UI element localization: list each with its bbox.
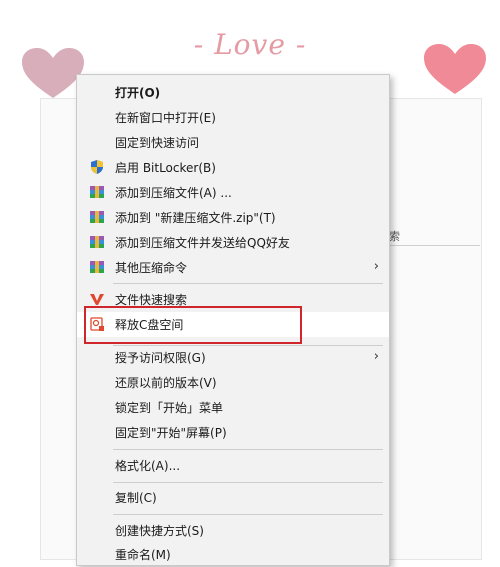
chevron-right-icon: ›	[373, 259, 379, 274]
menu-item-label: 锁定到「开始」菜单	[115, 401, 224, 415]
search-tool-icon	[90, 294, 104, 305]
shield-icon	[91, 160, 103, 174]
menu-item-grant-access[interactable]: 授予访问权限(G) ›	[77, 345, 389, 370]
menu-item-copy[interactable]: 复制(C)	[77, 485, 389, 510]
menu-item-open[interactable]: 打开(O)	[77, 80, 389, 105]
menu-separator	[113, 283, 383, 284]
menu-item-create-shortcut[interactable]: 创建快捷方式(S)	[77, 518, 389, 543]
heart-right-decoration	[424, 44, 486, 94]
menu-item-label: 添加到 "新建压缩文件.zip"(T)	[115, 211, 276, 225]
menu-item-format[interactable]: 格式化(A)...	[77, 453, 389, 478]
menu-item-add-to-archive[interactable]: 添加到压缩文件(A) ...	[77, 180, 389, 205]
background-fragment-text: 索	[389, 230, 400, 243]
menu-separator	[113, 449, 383, 450]
menu-item-label: 添加到压缩文件(A) ...	[115, 186, 232, 200]
menu-item-archive-send-qq[interactable]: 添加到压缩文件并发送给QQ好友	[77, 230, 389, 255]
menu-item-restore-versions[interactable]: 还原以前的版本(V)	[77, 370, 389, 395]
menu-item-label: 重命名(M)	[115, 548, 171, 562]
menu-item-label: 创建快捷方式(S)	[115, 524, 204, 538]
menu-separator	[113, 514, 383, 515]
menu-item-label: 固定到快速访问	[115, 136, 200, 150]
menu-item-label: 固定到"开始"屏幕(P)	[115, 426, 227, 440]
menu-item-pin-quick-access[interactable]: 固定到快速访问	[77, 130, 389, 155]
heart-left-decoration	[22, 48, 84, 98]
menu-item-open-new-window[interactable]: 在新窗口中打开(E)	[77, 105, 389, 130]
menu-item-label: 授予访问权限(G)	[115, 351, 206, 365]
menu-separator	[113, 482, 383, 483]
menu-item-label: 其他压缩命令	[115, 261, 188, 275]
menu-item-label: 复制(C)	[115, 491, 157, 505]
archive-icon	[90, 186, 104, 198]
archive-icon	[90, 236, 104, 248]
background-divider	[388, 245, 480, 246]
menu-item-label: 启用 BitLocker(B)	[115, 161, 216, 175]
menu-item-label: 添加到压缩文件并发送给QQ好友	[115, 236, 290, 250]
archive-icon	[90, 211, 104, 223]
menu-item-label: 还原以前的版本(V)	[115, 376, 217, 390]
menu-item-label: 在新窗口中打开(E)	[115, 111, 216, 125]
menu-item-pin-start-menu[interactable]: 锁定到「开始」菜单	[77, 395, 389, 420]
menu-item-label: 格式化(A)...	[115, 459, 181, 473]
menu-item-bitlocker[interactable]: 启用 BitLocker(B)	[77, 155, 389, 180]
menu-item-rename[interactable]: 重命名(M)	[77, 542, 389, 567]
highlight-box	[84, 306, 302, 344]
menu-item-add-to-zip[interactable]: 添加到 "新建压缩文件.zip"(T)	[77, 205, 389, 230]
menu-item-label: 打开(O)	[115, 86, 161, 100]
archive-icon	[90, 261, 104, 273]
menu-item-other-compress[interactable]: 其他压缩命令 ›	[77, 255, 389, 280]
menu-item-pin-start-screen[interactable]: 固定到"开始"屏幕(P)	[77, 420, 389, 445]
chevron-right-icon: ›	[373, 349, 379, 364]
